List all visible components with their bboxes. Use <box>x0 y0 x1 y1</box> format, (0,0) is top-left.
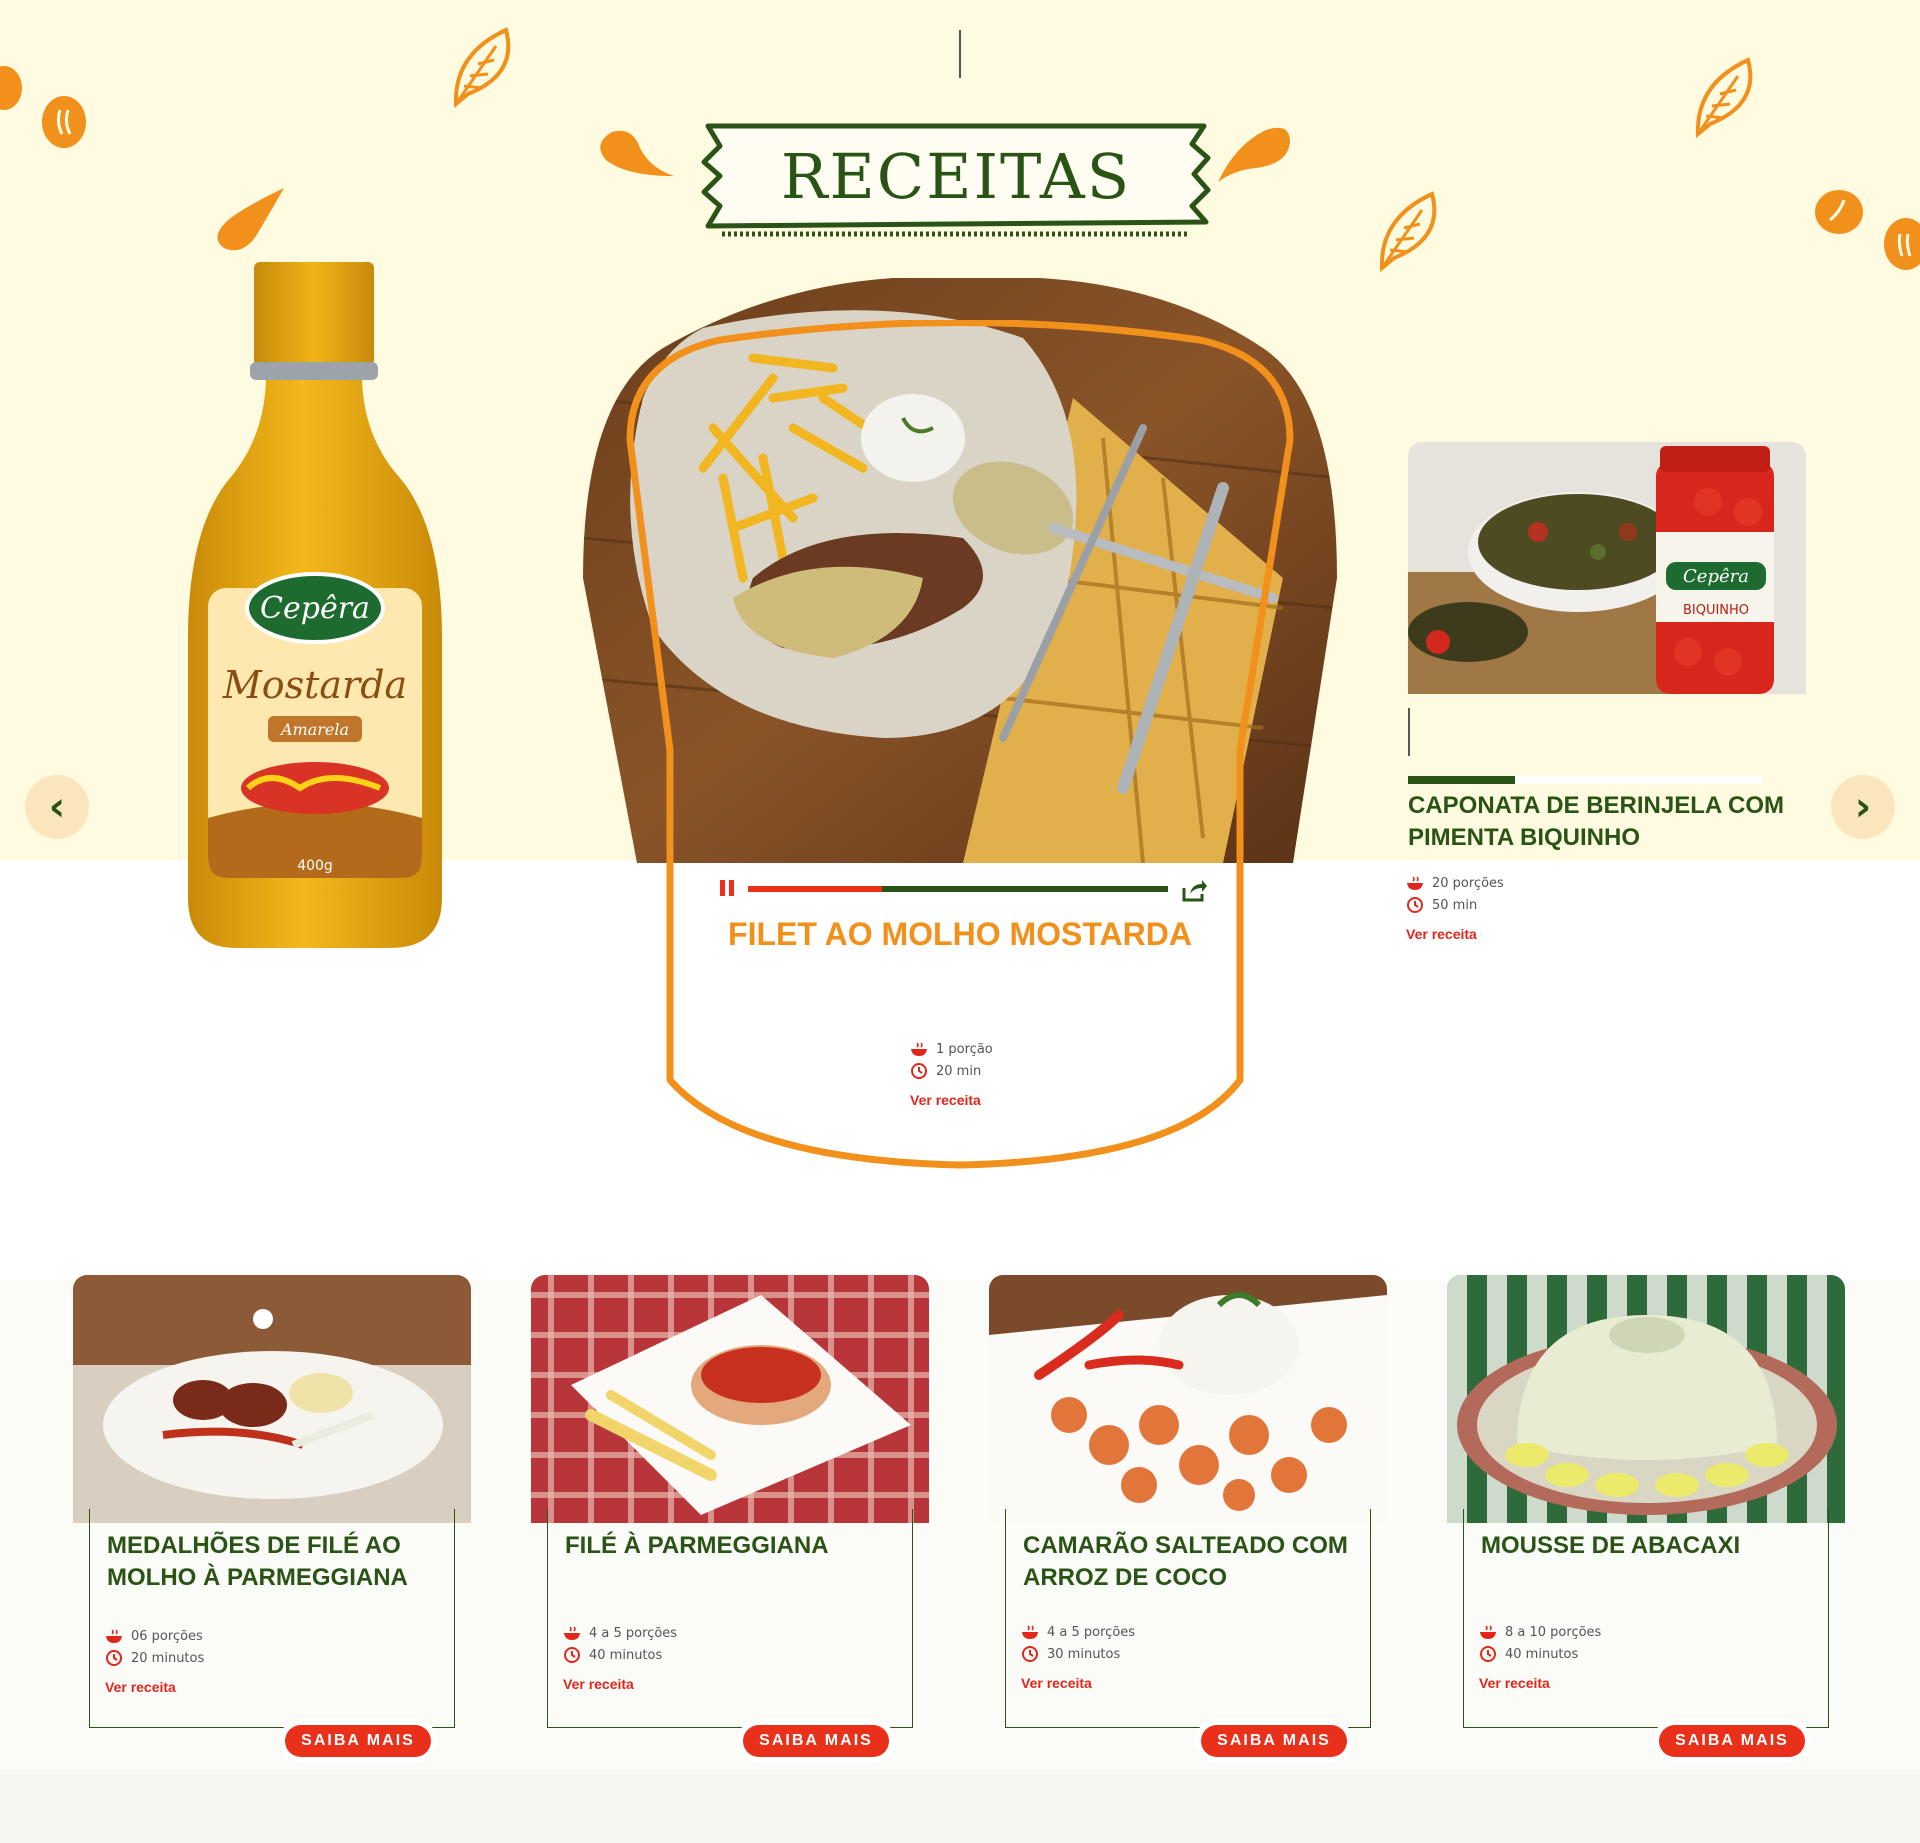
side-recipe-title[interactable]: CAPONATA DE BERINJELA COM PIMENTA BIQUIN… <box>1408 790 1788 854</box>
leaf-icon <box>1695 57 1753 138</box>
seed-icon <box>0 66 22 110</box>
recipe-card: MOUSSE DE ABACAXI 8 a 10 porções 40 minu… <box>1447 1275 1845 1757</box>
recipe-card-title[interactable]: CAMARÃO SALTEADO COM ARROZ DE COCO <box>1023 1530 1363 1594</box>
recipe-card-title[interactable]: MOUSSE DE ABACAXI <box>1481 1530 1821 1562</box>
mustard-bottle-image: Cepêra Mostarda Amarela 400g <box>188 262 442 948</box>
saiba-mais-button[interactable]: SAIBA MAIS <box>743 1725 889 1757</box>
clock-icon <box>1480 1646 1496 1662</box>
recipe-card-time: 40 minutos <box>1505 1646 1579 1662</box>
recipe-card-servings: 4 a 5 porções <box>589 1625 678 1641</box>
side-recipe-image[interactable]: Cepêra BIQUINHO <box>1408 442 1806 694</box>
clock-icon <box>1022 1646 1038 1662</box>
video-controls <box>718 878 1208 908</box>
recipe-card-meta: 4 a 5 porções 40 minutos Ver receita <box>563 1622 678 1693</box>
bowl-icon <box>911 1042 927 1056</box>
recipe-card-image[interactable] <box>989 1275 1387 1523</box>
recipe-card: FILÉ À PARMEGGIANA 4 a 5 porções 40 minu… <box>531 1275 929 1757</box>
drop-icon <box>600 130 674 176</box>
recipe-card-image[interactable] <box>1447 1275 1845 1523</box>
jar-name: BIQUINHO <box>1683 603 1749 618</box>
recipe-card-title[interactable]: MEDALHÕES DE FILÉ AO MOLHO À PARMEGGIANA <box>107 1530 447 1594</box>
recipe-card-image[interactable] <box>73 1275 471 1523</box>
bowl-icon <box>106 1629 122 1643</box>
footer-strip <box>0 1770 1920 1843</box>
recipe-card: CAMARÃO SALTEADO COM ARROZ DE COCO 4 a 5… <box>989 1275 1387 1757</box>
clock-icon <box>911 1063 927 1079</box>
saiba-mais-button[interactable]: SAIBA MAIS <box>1201 1725 1347 1757</box>
chevron-left-icon: ‹ <box>48 784 66 830</box>
bowl-icon <box>1480 1625 1496 1639</box>
clock-icon <box>1407 897 1423 913</box>
video-progress-bar[interactable] <box>748 886 1168 892</box>
bottle-name: Mostarda <box>222 663 407 707</box>
featured-meta: 1 porção 20 min Ver receita <box>910 1038 993 1109</box>
recipe-card-image[interactable] <box>531 1275 929 1523</box>
seed-icon <box>1884 218 1920 270</box>
recipe-card-meta: 8 a 10 porções 40 minutos Ver receita <box>1479 1621 1602 1692</box>
leaf-icon <box>1379 191 1437 272</box>
saiba-mais-button[interactable]: SAIBA MAIS <box>1659 1725 1805 1757</box>
clock-icon <box>106 1650 122 1666</box>
bottle-weight: 400g <box>297 858 333 874</box>
carousel-next-button[interactable]: › <box>1831 775 1895 839</box>
bowl-icon <box>1407 876 1423 890</box>
title-banner: RECEITAS <box>700 122 1212 240</box>
drop-icon <box>217 188 284 251</box>
divider-line <box>1408 708 1410 756</box>
pause-icon[interactable] <box>718 880 736 902</box>
bowl-icon <box>1022 1625 1038 1639</box>
recipe-card-meta: 4 a 5 porções 30 minutos Ver receita <box>1021 1621 1136 1692</box>
recipe-card-link[interactable]: Ver receita <box>105 1679 204 1695</box>
seed-icon <box>1815 190 1863 234</box>
recipe-card-time: 30 minutos <box>1047 1646 1121 1662</box>
side-time: 50 min <box>1432 897 1478 913</box>
recipe-card-servings: 06 porções <box>131 1628 203 1644</box>
side-progress-bar <box>1408 776 1763 784</box>
saiba-mais-button[interactable]: SAIBA MAIS <box>285 1725 431 1757</box>
recipe-card-title[interactable]: FILÉ À PARMEGGIANA <box>565 1530 905 1562</box>
recipe-card-time: 40 minutos <box>589 1647 663 1663</box>
bottle-brand: Cepêra <box>260 591 370 626</box>
recipe-card-meta: 06 porções 20 minutos Ver receita <box>105 1625 205 1696</box>
recipe-card-servings: 8 a 10 porções <box>1505 1624 1602 1640</box>
video-progress-played <box>748 886 883 892</box>
recipe-card-link[interactable]: Ver receita <box>563 1676 677 1692</box>
side-progress-fill <box>1408 776 1515 784</box>
bottle-variant: Amarela <box>279 720 349 739</box>
carousel-prev-button[interactable]: ‹ <box>25 775 89 839</box>
share-icon[interactable] <box>1180 876 1208 904</box>
recipe-card-time: 20 minutos <box>131 1650 205 1666</box>
side-meta: 20 porções 50 min Ver receita <box>1406 872 1504 943</box>
featured-servings: 1 porção <box>936 1041 993 1057</box>
bowl-icon <box>564 1626 580 1640</box>
drop-icon <box>1218 127 1290 182</box>
featured-time: 20 min <box>936 1063 982 1079</box>
recipe-card: MEDALHÕES DE FILÉ AO MOLHO À PARMEGGIANA… <box>73 1275 471 1757</box>
recipe-card-servings: 4 a 5 porções <box>1047 1624 1136 1640</box>
featured-recipe-title[interactable]: FILET AO MOLHO MOSTARDA <box>720 913 1200 956</box>
clock-icon <box>564 1647 580 1663</box>
recipe-card-link[interactable]: Ver receita <box>1021 1675 1135 1691</box>
jar-brand: Cepêra <box>1683 566 1749 587</box>
seed-icon <box>42 96 86 148</box>
side-servings: 20 porções <box>1432 875 1504 891</box>
chevron-right-icon: › <box>1854 784 1872 830</box>
page-title: RECEITAS <box>780 140 1132 213</box>
side-recipe-link[interactable]: Ver receita <box>1406 926 1504 942</box>
recipe-card-link[interactable]: Ver receita <box>1479 1675 1601 1691</box>
featured-recipe-link[interactable]: Ver receita <box>910 1092 993 1108</box>
leaf-icon <box>453 27 511 108</box>
divider-line <box>959 30 961 78</box>
